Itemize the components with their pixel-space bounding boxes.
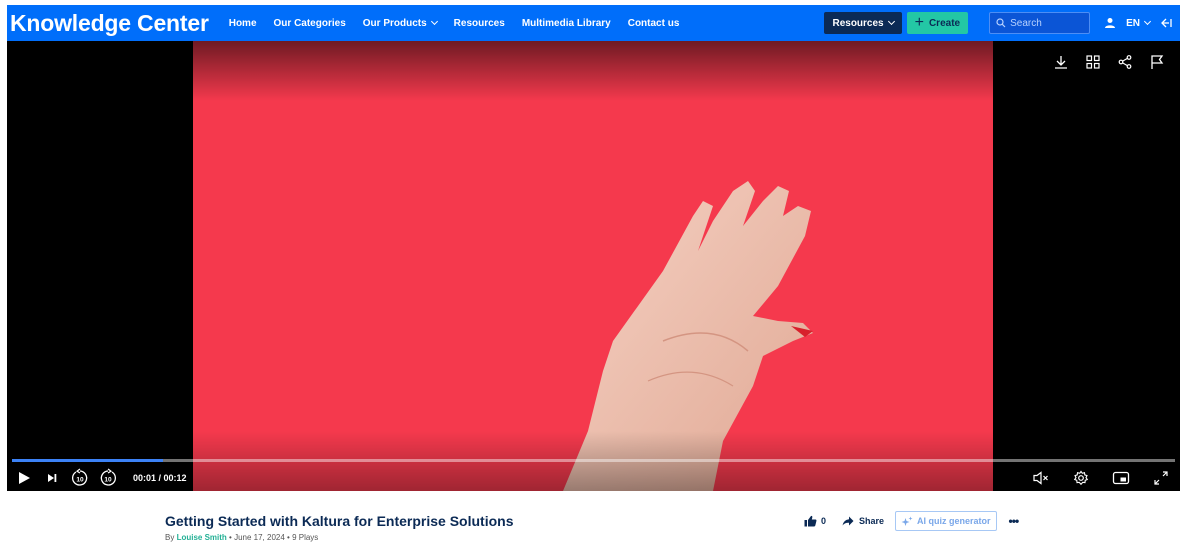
play-count: 9 Plays [292, 533, 319, 542]
plus-icon: + [914, 14, 924, 31]
resources-dropdown-button[interactable]: Resources [824, 12, 902, 34]
nav-home-label: Home [228, 17, 257, 29]
media-actions: 0 Share AI quiz generator ••• [804, 511, 1020, 531]
brand-title[interactable]: Knowledge Center [10, 10, 209, 37]
sparkle-icon [901, 516, 913, 526]
chevron-down-icon [1143, 17, 1152, 26]
ai-quiz-generator-button[interactable]: AI quiz generator [895, 511, 997, 531]
flag-icon[interactable] [1148, 53, 1166, 71]
top-navbar: Knowledge Center Home Our Categories Our… [7, 5, 1180, 41]
nav-our-products-label: Our Products [362, 17, 427, 29]
play-icon[interactable] [13, 467, 35, 489]
forward-seconds-label: 10 [104, 477, 112, 484]
exit-icon[interactable] [1160, 17, 1172, 29]
chevron-down-icon [887, 17, 895, 26]
search-box[interactable] [989, 12, 1091, 34]
nav-resources-label: Resources [453, 17, 505, 29]
progress-fill [12, 459, 164, 462]
like-count: 0 [821, 516, 827, 526]
publish-date: June 17, 2024 [234, 533, 285, 542]
video-top-shade [193, 41, 993, 101]
chevron-down-icon [430, 17, 438, 26]
search-input[interactable] [1010, 17, 1081, 29]
nav-our-categories[interactable]: Our Categories [274, 18, 346, 29]
nav-home[interactable]: Home [229, 18, 257, 29]
create-button[interactable]: + Create [906, 12, 969, 34]
nav-contact-us[interactable]: Contact us [628, 18, 680, 29]
next-icon[interactable] [41, 467, 63, 489]
mute-icon[interactable] [1030, 467, 1052, 489]
video-player[interactable]: 10 10 00:01 / 00:12 [7, 41, 1180, 491]
user-icon[interactable] [1104, 17, 1116, 29]
settings-icon[interactable] [1070, 467, 1092, 489]
language-label: EN [1126, 17, 1140, 29]
nav-resources[interactable]: Resources [454, 18, 505, 29]
progress-bar[interactable] [12, 459, 1175, 462]
grid-icon[interactable] [1084, 53, 1102, 71]
thumbs-up-icon [804, 515, 817, 527]
search-icon [996, 18, 1006, 28]
picture-in-picture-icon[interactable] [1110, 467, 1132, 489]
share-label: Share [859, 516, 885, 526]
player-controls: 10 10 00:01 / 00:12 [7, 465, 1180, 491]
ai-quiz-label: AI quiz generator [917, 516, 991, 526]
fullscreen-icon[interactable] [1150, 467, 1172, 489]
author-link[interactable]: Louise Smith [177, 533, 227, 542]
create-button-label: Create [928, 17, 961, 29]
resources-button-label: Resources [832, 17, 884, 29]
player-top-toolbar [1052, 53, 1166, 71]
video-frame[interactable] [193, 41, 993, 491]
share-icon[interactable] [1116, 53, 1134, 71]
media-byline: By Louise Smith • June 17, 2024 • 9 Play… [165, 533, 318, 542]
hand-image [563, 181, 813, 491]
nav-contact-us-label: Contact us [627, 17, 680, 29]
nav-multimedia-library[interactable]: Multimedia Library [522, 18, 611, 29]
byline-prefix: By [165, 533, 175, 542]
header-actions: Resources + Create EN [824, 5, 1180, 41]
rewind-10-icon[interactable]: 10 [69, 467, 91, 489]
nav-our-categories-label: Our Categories [273, 17, 346, 29]
nav-multimedia-library-label: Multimedia Library [521, 17, 611, 29]
download-icon[interactable] [1052, 53, 1070, 71]
nav-our-products[interactable]: Our Products [362, 17, 438, 29]
rewind-seconds-label: 10 [76, 477, 84, 484]
like-button[interactable]: 0 [804, 515, 826, 527]
player-controls-right [1024, 467, 1172, 489]
language-selector[interactable]: EN [1126, 17, 1152, 29]
forward-10-icon[interactable]: 10 [97, 467, 119, 489]
more-options-icon[interactable]: ••• [1009, 514, 1020, 528]
main-nav: Home Our Categories Our Products Resourc… [229, 18, 697, 29]
time-display: 00:01 / 00:12 [133, 473, 187, 483]
media-title: Getting Started with Kaltura for Enterpr… [165, 513, 514, 529]
share-button[interactable]: Share [842, 516, 884, 526]
share-arrow-icon [842, 516, 854, 526]
